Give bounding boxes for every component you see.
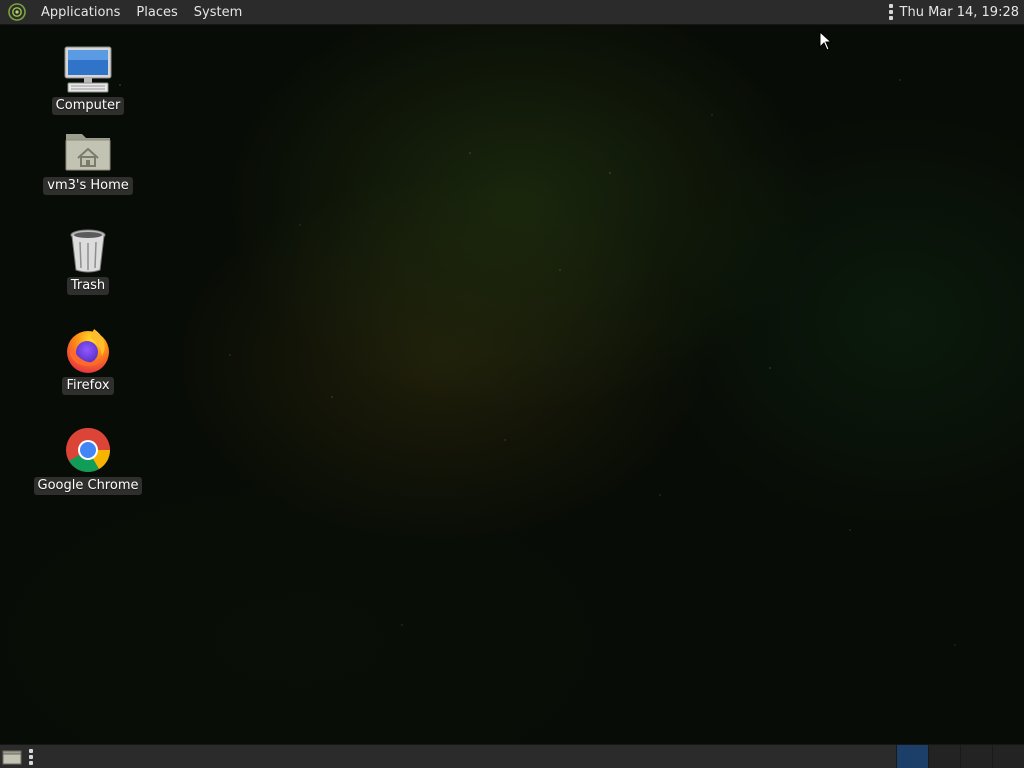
show-desktop-icon[interactable]	[1, 747, 23, 767]
system-menu[interactable]: System	[186, 0, 250, 25]
bottom-panel	[0, 744, 1024, 768]
desktop-icon-label: vm3's Home	[43, 177, 133, 195]
top-panel: Applications Places System Thu Mar 14, 1…	[0, 0, 1024, 25]
home-folder-icon	[62, 124, 114, 176]
places-menu[interactable]: Places	[128, 0, 185, 25]
clock[interactable]: Thu Mar 14, 19:28	[900, 5, 1024, 20]
desktop-icon-label: Computer	[51, 97, 125, 115]
desktop-icon-chrome[interactable]: Google Chrome	[33, 424, 143, 495]
desktop-icon-home[interactable]: vm3's Home	[33, 124, 143, 195]
chrome-icon	[62, 424, 114, 476]
workspace-3[interactable]	[960, 745, 992, 768]
workspace-4[interactable]	[992, 745, 1024, 768]
computer-icon	[62, 44, 114, 96]
desktop-icon-firefox[interactable]: Firefox	[33, 324, 143, 395]
wallpaper	[0, 25, 1024, 744]
desktop-icon-trash[interactable]: Trash	[33, 224, 143, 295]
mouse-cursor-icon	[819, 30, 833, 55]
mate-logo-icon[interactable]	[7, 2, 27, 22]
panel-handle-icon[interactable]	[888, 4, 893, 20]
panel-handle-icon[interactable]	[29, 748, 33, 765]
workspace-1[interactable]	[896, 745, 928, 768]
desktop-icon-computer[interactable]: Computer	[33, 44, 143, 115]
desktop-icon-label: Firefox	[62, 377, 114, 395]
desktop-icon-label: Trash	[66, 277, 110, 295]
trash-icon	[62, 224, 114, 276]
workspace-2[interactable]	[928, 745, 960, 768]
desktop-icon-label: Google Chrome	[33, 477, 143, 495]
firefox-icon	[62, 324, 114, 376]
workspace-switcher	[896, 745, 1024, 768]
applications-menu[interactable]: Applications	[33, 0, 128, 25]
